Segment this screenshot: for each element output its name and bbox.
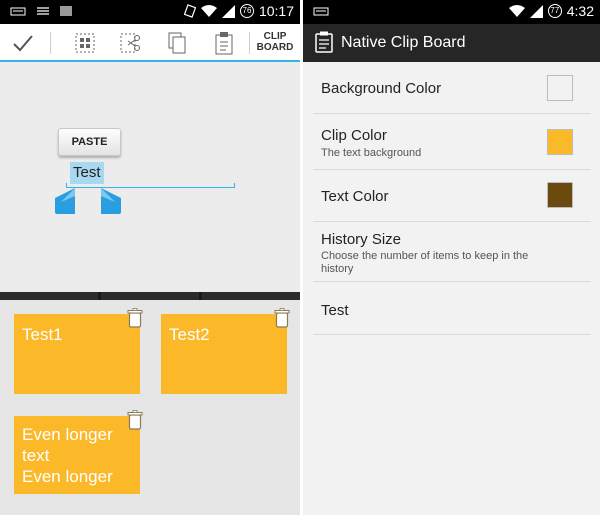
color-swatch (547, 182, 573, 208)
signal-icon (221, 4, 235, 18)
selection-handle-left-icon[interactable] (55, 188, 75, 214)
trash-icon[interactable] (274, 308, 290, 328)
color-swatch (547, 75, 573, 101)
status-bar: 77 4:32 (303, 0, 600, 24)
clip-item-text-line: Even longer (22, 425, 113, 444)
clip-item[interactable]: Even longer text Even longer (14, 410, 143, 494)
selected-text[interactable]: Test (70, 162, 104, 184)
pref-test[interactable]: Test (313, 282, 591, 335)
left-phone-screen: 76 10:17 CLIP BOARD PASTE Test Test1 Tes… (0, 0, 300, 515)
clip-tray-handle[interactable] (0, 292, 300, 300)
action-bar: CLIP BOARD (0, 24, 300, 62)
status-bar: 76 10:17 (0, 0, 300, 24)
trash-icon[interactable] (127, 308, 143, 328)
pref-background-color[interactable]: Background Color (313, 62, 591, 114)
color-swatch (547, 129, 573, 155)
pref-clip-color[interactable]: Clip Color The text background (313, 114, 591, 170)
clipboard-notification-icon (37, 7, 49, 15)
right-phone-screen: 77 4:32 Native Clip Board Background Col… (303, 0, 600, 515)
clip-item-text: Test1 (22, 325, 63, 344)
clip-board-label-line2: BOARD (256, 42, 294, 53)
pref-text-color[interactable]: Text Color (313, 170, 591, 222)
paste-icon[interactable] (211, 30, 237, 56)
clip-item-text-line: Even longer (22, 467, 113, 486)
wifi-icon (508, 4, 525, 17)
action-separator (249, 32, 250, 54)
keyboard-icon (313, 7, 329, 16)
battery-badge: 77 (547, 4, 562, 18)
pref-summary: Choose the number of items to keep in th… (321, 250, 529, 275)
clip-item-text: Test2 (169, 325, 210, 344)
selection-handle-right-icon[interactable] (101, 188, 121, 214)
pref-title: History Size (321, 231, 402, 248)
clip-board-label-line1: CLIP (263, 31, 287, 42)
pref-title: Text Color (321, 188, 389, 205)
rotate-icon (183, 4, 196, 18)
clip-tray: Test1 Test2 Even longer text Even longer (0, 300, 300, 515)
signal-icon (529, 4, 543, 18)
wifi-icon (200, 4, 217, 17)
pref-title: Clip Color (321, 127, 387, 144)
app-title: Native Clip Board (341, 34, 466, 51)
clip-item[interactable]: Test1 (14, 308, 143, 394)
text-edit-area[interactable]: PASTE Test (0, 62, 300, 292)
copy-icon[interactable] (164, 30, 190, 56)
clip-board-button[interactable]: CLIP BOARD (256, 31, 294, 53)
checkmark-icon[interactable] (10, 30, 36, 56)
paste-button[interactable]: PASTE (58, 128, 121, 156)
action-separator (50, 32, 51, 54)
barcode-icon (60, 6, 72, 16)
status-time: 10:17 (258, 3, 294, 19)
app-title-bar: Native Clip Board (303, 24, 600, 62)
cut-icon[interactable] (118, 30, 144, 56)
text-field-underline (66, 183, 235, 188)
clip-item[interactable]: Test2 (161, 308, 290, 394)
clip-item-text-line: text (22, 446, 50, 465)
pref-title: Background Color (321, 80, 442, 97)
battery-badge: 76 (239, 4, 254, 18)
select-all-icon[interactable] (72, 30, 98, 56)
pref-summary: The text background (321, 147, 422, 159)
trash-icon[interactable] (127, 410, 143, 430)
status-time: 4:32 (566, 3, 594, 19)
pref-history-size[interactable]: History Size Choose the number of items … (313, 222, 591, 282)
clipboard-app-icon (315, 31, 333, 53)
pref-title: Test (321, 302, 349, 319)
keyboard-icon (10, 7, 26, 16)
